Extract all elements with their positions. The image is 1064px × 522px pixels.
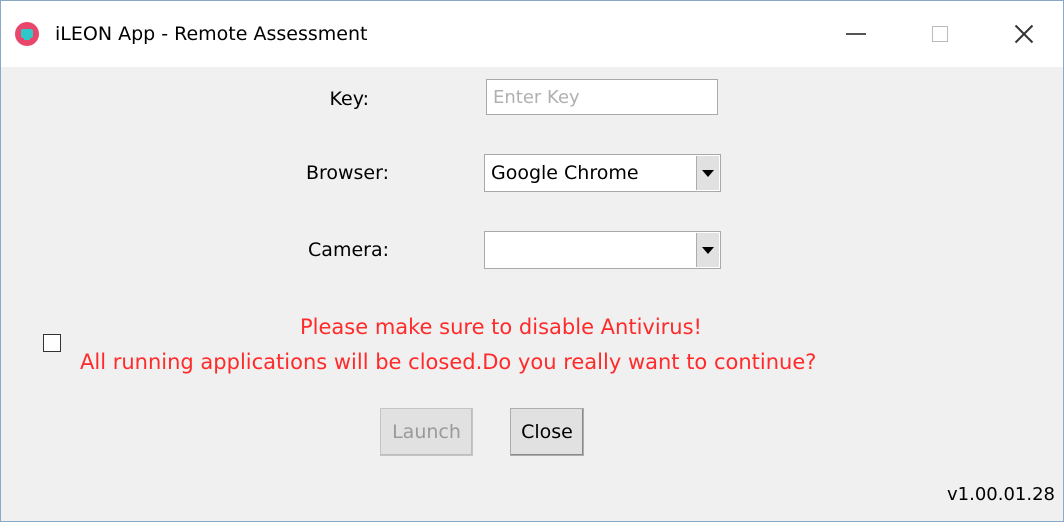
camera-dropdown-button[interactable]	[696, 233, 719, 267]
version-label: v1.00.01.28	[947, 484, 1055, 505]
close-button[interactable]: Close	[510, 408, 584, 456]
app-icon	[15, 22, 39, 46]
maximize-icon	[932, 26, 948, 42]
browser-label: Browser:	[305, 162, 389, 184]
antivirus-warning: Please make sure to disable Antivirus!	[300, 315, 702, 339]
key-input[interactable]	[486, 79, 718, 115]
close-apps-warning: All running applications will be closed.…	[80, 350, 817, 374]
camera-select[interactable]	[484, 231, 721, 269]
minimize-icon	[846, 33, 866, 35]
browser-selected-value: Google Chrome	[491, 162, 639, 184]
minimize-button[interactable]	[821, 1, 891, 67]
window-title: iLEON App - Remote Assessment	[55, 23, 368, 45]
launch-button[interactable]: Launch	[380, 408, 473, 456]
close-icon	[1014, 24, 1034, 44]
browser-select[interactable]: Google Chrome	[484, 154, 721, 192]
camera-label: Camera:	[308, 239, 389, 261]
close-window-button[interactable]	[989, 1, 1059, 67]
maximize-button[interactable]	[905, 1, 975, 67]
chevron-down-icon	[702, 169, 714, 177]
title-bar[interactable]: iLEON App - Remote Assessment	[1, 1, 1063, 67]
browser-dropdown-button[interactable]	[696, 156, 719, 190]
app-window: iLEON App - Remote Assessment Key: Brows…	[0, 0, 1064, 522]
key-label: Key:	[329, 88, 369, 110]
chevron-down-icon	[702, 246, 714, 254]
